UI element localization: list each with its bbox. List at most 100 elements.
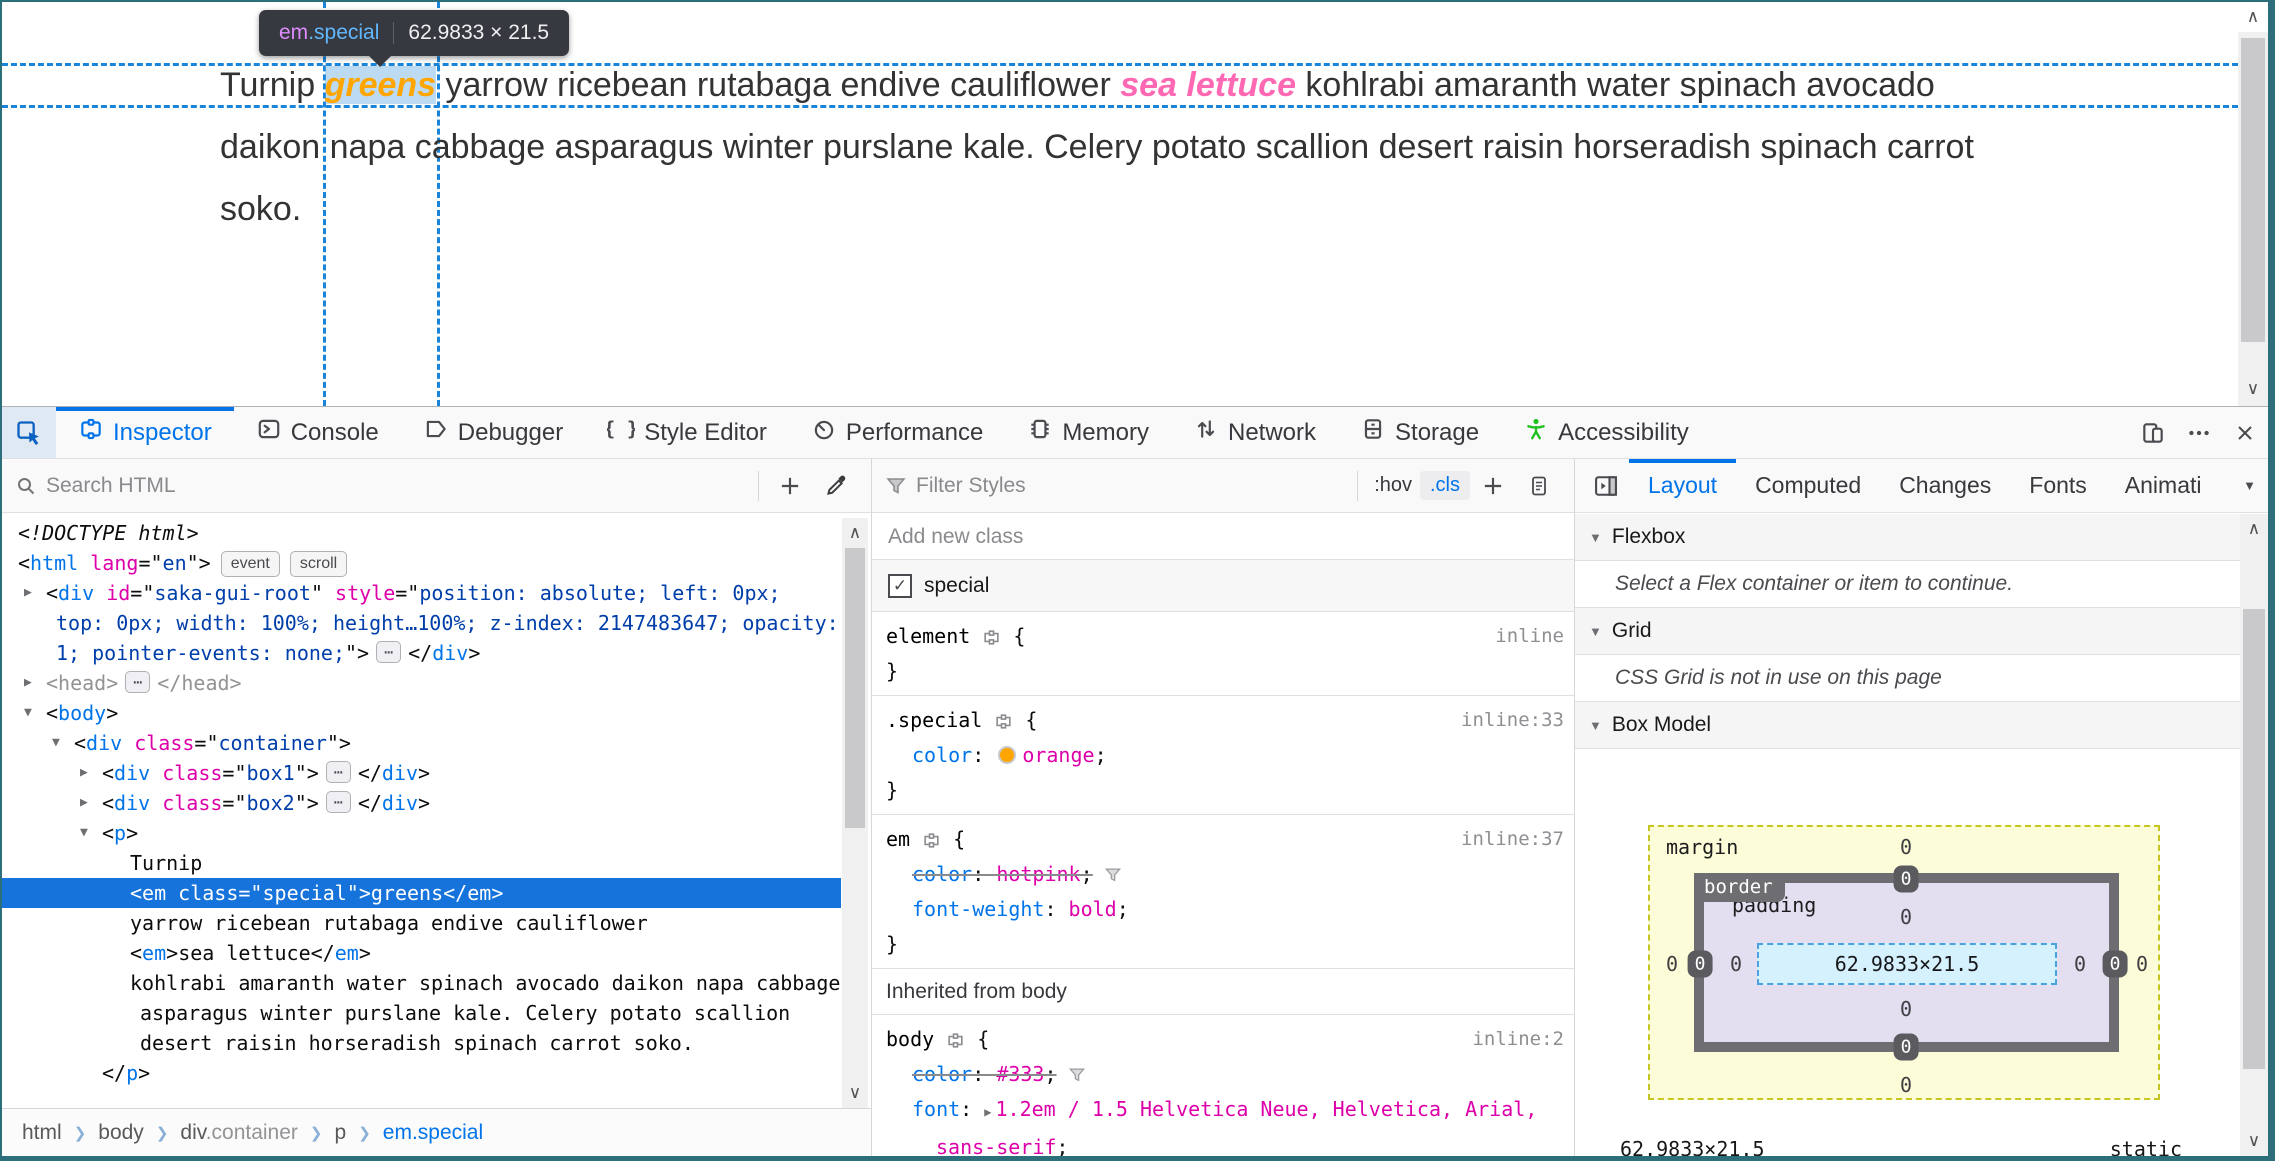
overridden-filter-icon[interactable] bbox=[1103, 857, 1123, 892]
tree-node[interactable]: kohlrabi amaranth water spinach avocado … bbox=[2, 968, 841, 998]
pick-element-button[interactable] bbox=[2, 407, 56, 458]
collapse-arrow-icon[interactable]: ▼ bbox=[52, 728, 60, 758]
tree-node[interactable]: asparagus winter purslane kale. Celery p… bbox=[2, 998, 841, 1028]
expand-arrow-icon[interactable]: ▶ bbox=[24, 668, 32, 698]
inline-expander[interactable]: ⋯ bbox=[376, 641, 402, 663]
css-declaration[interactable]: color: #333; bbox=[872, 1057, 1574, 1092]
sidebar-tab-fonts[interactable]: Fonts bbox=[2010, 459, 2106, 512]
property-value[interactable]: 1.2em / 1.5 Helvetica Neue, Helvetica, A… bbox=[936, 1097, 1537, 1156]
tab-network[interactable]: Network bbox=[1171, 407, 1338, 458]
padding-bottom-value[interactable]: 0 bbox=[1900, 997, 1912, 1021]
padding-top-value[interactable]: 0 bbox=[1900, 905, 1912, 929]
scroll-down-arrow[interactable]: ∨ bbox=[2238, 374, 2268, 404]
inline-expander[interactable]: ⋯ bbox=[325, 791, 351, 813]
property-value[interactable]: bold bbox=[1069, 897, 1117, 921]
sidebar-tab-changes[interactable]: Changes bbox=[1880, 459, 2010, 512]
border-right-value[interactable]: 0 bbox=[2102, 950, 2128, 978]
node-badge-event[interactable]: event bbox=[220, 551, 280, 577]
property-value[interactable]: hotpink bbox=[996, 862, 1080, 886]
border-bottom-value[interactable]: 0 bbox=[1893, 1033, 1919, 1061]
expand-arrow-icon[interactable]: ▶ bbox=[80, 788, 88, 818]
tree-node[interactable]: 1; pointer-events: none;"> ⋯ </div> bbox=[2, 638, 841, 668]
scroll-down-arrow[interactable]: ∨ bbox=[842, 1078, 868, 1108]
class-checkbox[interactable]: ✓ bbox=[888, 573, 912, 598]
property-name[interactable]: color bbox=[912, 862, 972, 886]
property-name[interactable]: color bbox=[912, 1062, 972, 1086]
rule-selector[interactable]: em bbox=[886, 827, 910, 851]
scroll-down-arrow[interactable]: ∨ bbox=[2240, 1126, 2268, 1156]
property-name[interactable]: font-weight bbox=[912, 897, 1044, 921]
tree-node[interactable]: ▼ <div class="container"> bbox=[2, 728, 841, 758]
property-name[interactable]: font bbox=[912, 1097, 960, 1121]
toggle-hover-pseudo-button[interactable]: :hov bbox=[1366, 474, 1420, 497]
inline-expander[interactable]: ⋯ bbox=[325, 761, 351, 783]
border-left-value[interactable]: 0 bbox=[1687, 950, 1713, 978]
search-html-input[interactable] bbox=[46, 473, 750, 498]
expand-icon[interactable]: ▶ bbox=[984, 1105, 991, 1119]
page-scrollbar[interactable]: ∧ ∨ bbox=[2238, 2, 2268, 406]
tab-debugger[interactable]: Debugger bbox=[401, 407, 585, 458]
tree-node[interactable]: <em>sea lettuce</em> bbox=[2, 938, 841, 968]
css-declaration[interactable]: color: orange; bbox=[872, 738, 1574, 773]
sidebar-tab-layout[interactable]: Layout bbox=[1629, 459, 1737, 512]
breadcrumb-item-em.special[interactable]: em.special bbox=[377, 1121, 489, 1145]
add-node-button[interactable] bbox=[767, 460, 813, 512]
tree-node[interactable]: ▶ <div class="box2"> ⋯ </div> bbox=[2, 788, 841, 818]
tree-node[interactable]: <!DOCTYPE html> bbox=[2, 518, 841, 548]
margin-top-value[interactable]: 0 bbox=[1900, 835, 1912, 859]
tab-accessibility[interactable]: Accessibility bbox=[1501, 407, 1711, 458]
highlight-selector-icon[interactable] bbox=[910, 827, 941, 851]
css-declaration[interactable]: color: hotpink; bbox=[872, 857, 1574, 892]
breadcrumb-item-body[interactable]: body bbox=[92, 1121, 150, 1145]
box-model-content[interactable]: 62.9833×21.5 bbox=[1757, 943, 2057, 985]
toggle-classes-button[interactable]: .cls bbox=[1420, 471, 1470, 500]
scroll-up-arrow[interactable]: ∧ bbox=[842, 518, 868, 548]
rule-source-link[interactable]: inline:37 bbox=[1461, 822, 1564, 857]
sidebar-toggle-button[interactable] bbox=[1583, 460, 1629, 512]
color-swatch[interactable] bbox=[998, 746, 1017, 764]
tab-console[interactable]: Console bbox=[234, 407, 401, 458]
tree-node[interactable]: top: 0px; width: 100%; height…100%; z-in… bbox=[2, 608, 841, 638]
section-boxmodel-header[interactable]: ▼ Box Model bbox=[1575, 702, 2240, 749]
scrollbar-thumb[interactable] bbox=[2241, 38, 2265, 342]
tree-node[interactable]: yarrow ricebean rutabaga endive cauliflo… bbox=[2, 908, 841, 938]
margin-right-value[interactable]: 0 bbox=[2136, 952, 2148, 976]
responsive-design-mode-button[interactable] bbox=[2130, 407, 2176, 459]
property-value[interactable]: #333 bbox=[996, 1062, 1044, 1086]
layout-scrollbar[interactable]: ∧ ∨ bbox=[2240, 514, 2268, 1156]
scrollbar-thumb[interactable] bbox=[845, 548, 865, 828]
overridden-filter-icon[interactable] bbox=[1067, 1057, 1087, 1092]
margin-left-value[interactable]: 0 bbox=[1666, 952, 1678, 976]
css-declaration[interactable]: font-weight: bold; bbox=[872, 892, 1574, 927]
tab-performance[interactable]: Performance bbox=[789, 407, 1005, 458]
rule-source-link[interactable]: inline:2 bbox=[1472, 1022, 1564, 1057]
expand-arrow-icon[interactable]: ▶ bbox=[80, 758, 88, 788]
tree-node[interactable]: ▶ <head> ⋯ </head> bbox=[2, 668, 841, 698]
highlight-selector-icon[interactable] bbox=[970, 624, 1001, 648]
all-tabs-dropdown[interactable]: ▼ bbox=[2243, 478, 2256, 493]
section-grid-header[interactable]: ▼ Grid bbox=[1575, 608, 2240, 655]
tree-node[interactable]: ▼ <p> bbox=[2, 818, 841, 848]
filter-styles-input[interactable] bbox=[916, 473, 1350, 498]
tree-node[interactable]: ▶ <div id="saka-gui-root" style="position… bbox=[2, 578, 841, 608]
sidebar-tab-animati[interactable]: Animati bbox=[2106, 459, 2221, 512]
css-declaration[interactable]: font: ▶ 1.2em / 1.5 Helvetica Neue, Helve… bbox=[872, 1092, 1574, 1156]
sidebar-tab-computed[interactable]: Computed bbox=[1736, 459, 1880, 512]
tree-node[interactable]: desert raisin horseradish spinach carrot… bbox=[2, 1028, 841, 1058]
tree-node-selected[interactable]: <em class="special">greens</em> bbox=[2, 878, 841, 908]
scroll-up-arrow[interactable]: ∧ bbox=[2238, 2, 2268, 32]
padding-left-value[interactable]: 0 bbox=[1730, 952, 1742, 976]
node-badge-scroll[interactable]: scroll bbox=[289, 551, 348, 577]
tab-storage[interactable]: Storage bbox=[1338, 407, 1501, 458]
tree-node[interactable]: <html lang="en"> event scroll bbox=[2, 548, 841, 578]
tree-node[interactable]: </p> bbox=[2, 1058, 841, 1088]
eyedropper-button[interactable] bbox=[813, 460, 859, 512]
highlight-selector-icon[interactable] bbox=[934, 1027, 965, 1051]
add-new-class-input[interactable] bbox=[888, 524, 1558, 549]
property-value[interactable]: orange bbox=[1022, 743, 1094, 767]
breadcrumb-item-p[interactable]: p bbox=[329, 1121, 353, 1145]
tree-node[interactable]: ▼ <body> bbox=[2, 698, 841, 728]
tab-style-editor[interactable]: { } Style Editor bbox=[585, 407, 789, 458]
tab-inspector[interactable]: Inspector bbox=[56, 407, 234, 458]
breadcrumb-item-div[interactable]: div.container bbox=[174, 1121, 304, 1145]
